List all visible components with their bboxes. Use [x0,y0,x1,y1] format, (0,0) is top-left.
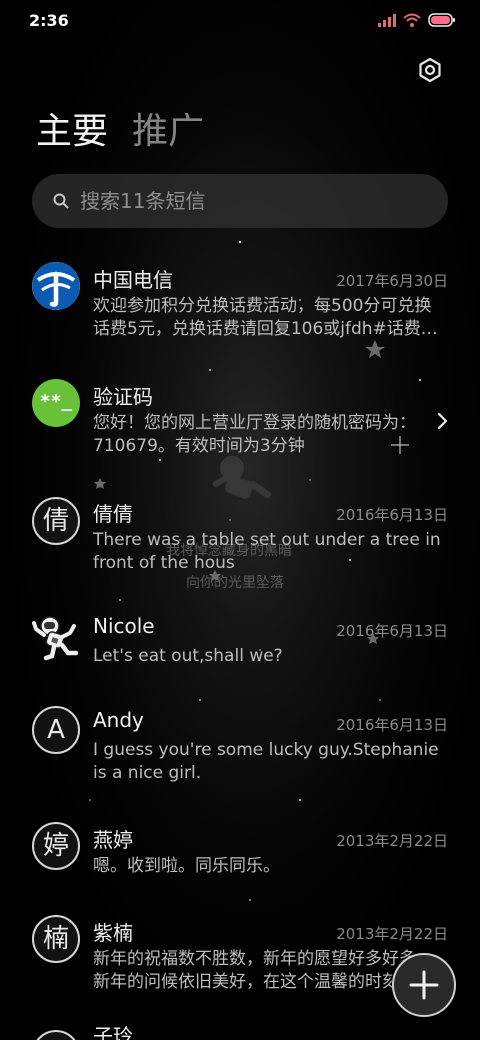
message-preview: 欢迎参加积分兑换话费活动，每500分可兑换话费5元，兑换话费请回复106或jfd… [93,296,438,339]
contact-name: Andy [93,708,144,732]
contact-name: 燕婷 [93,828,133,852]
verification-code-avatar: **_ [32,379,80,427]
contact-name: 验证码 [93,385,153,409]
contact-avatar: 楠 [32,915,80,963]
astronaut-avatar-icon [32,613,80,661]
message-date: 2013年2月22日 [336,925,448,943]
message-preview: 嗯。收到啦。同乐同乐。 [93,856,280,876]
contact-name: 倩倩 [93,502,133,526]
conversation-item[interactable]: **_ 验证码 您好！您的网上营业厅登录的随机密码为：710679。有效时间为3… [0,379,480,461]
conversation-item[interactable]: 婷 燕婷 2013年2月22日 嗯。收到啦。同乐同乐。 [0,822,480,882]
conversation-list: 中国电信 2017年6月30日 欢迎参加积分兑换话费活动，每500分可兑换话费5… [0,0,480,1040]
message-date: 2016年6月13日 [336,716,448,734]
contact-name: 子玲 [93,1024,133,1040]
contact-avatar [32,1030,80,1040]
contact-avatar: 婷 [32,822,80,870]
chevron-right-icon[interactable] [436,411,450,431]
new-message-button[interactable] [392,953,456,1017]
contact-name: 中国电信 [93,268,173,292]
message-preview: I guess you're some lucky guy.Stephanie … [93,740,439,783]
contact-avatar: A [32,706,80,754]
messages-screen: 我将悼念藏身的黑暗 向你的光里坠落 2:36 主要 推广 搜索11条短信 中国电… [0,0,480,1040]
message-preview: 您好！您的网上营业厅登录的随机密码为：710679。有效时间为3分钟 [93,413,416,456]
message-preview: Let's eat out,shall we? [93,646,283,666]
contact-avatar: 倩 [32,497,80,545]
message-date: 2016年6月13日 [336,622,448,640]
conversation-item[interactable]: 子玲 [0,1024,480,1040]
conversation-item[interactable]: Nicole 2016年6月13日 Let's eat out,shall we… [0,612,480,672]
conversation-item[interactable]: 中国电信 2017年6月30日 欢迎参加积分兑换话费活动，每500分可兑换话费5… [0,262,480,344]
contact-name: 紫楠 [93,921,133,945]
message-preview: There was a table set out under a tree i… [93,530,441,573]
china-telecom-logo-icon [32,262,80,310]
message-date: 2016年6月13日 [336,506,448,524]
conversation-item[interactable]: A Andy 2016年6月13日 I guess you're some lu… [0,706,480,788]
plus-icon [409,970,439,1000]
message-date: 2013年2月22日 [336,832,448,850]
message-date: 2017年6月30日 [336,272,448,290]
contact-name: Nicole [93,614,155,638]
conversation-item[interactable]: 倩 倩倩 2016年6月13日 There was a table set ou… [0,496,480,578]
